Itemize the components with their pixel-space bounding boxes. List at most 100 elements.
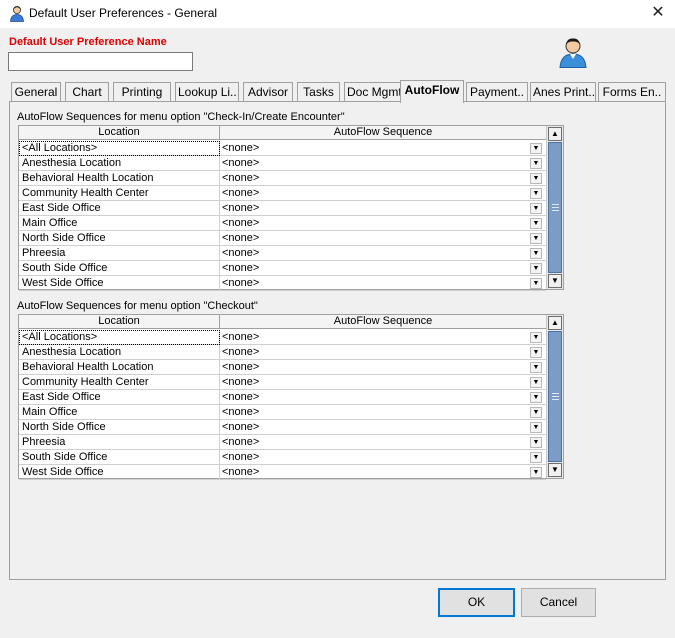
autoflow-sequence-dropdown[interactable]: <none> ▼ [220, 360, 546, 375]
location-cell[interactable]: Main Office [19, 405, 220, 420]
location-cell[interactable]: West Side Office [19, 276, 220, 291]
table-row[interactable]: East Side Office <none> ▼ [19, 390, 546, 405]
column-header-location[interactable]: Location [19, 315, 220, 329]
autoflow-sequence-dropdown[interactable]: <none> ▼ [220, 171, 546, 186]
location-cell[interactable]: East Side Office [19, 390, 220, 405]
table-row[interactable]: Behavioral Health Location <none> ▼ [19, 360, 546, 375]
location-cell[interactable]: Behavioral Health Location [19, 171, 220, 186]
autoflow-sequence-dropdown[interactable]: <none> ▼ [220, 420, 546, 435]
table-row[interactable]: <All Locations> <none> ▼ [19, 141, 546, 156]
location-cell[interactable]: North Side Office [19, 420, 220, 435]
table-row[interactable]: <All Locations> <none> ▼ [19, 330, 546, 345]
table-row[interactable]: Community Health Center <none> ▼ [19, 186, 546, 201]
chevron-down-icon[interactable]: ▼ [530, 263, 542, 274]
chevron-down-icon[interactable]: ▼ [530, 218, 542, 229]
table-row[interactable]: Main Office <none> ▼ [19, 405, 546, 420]
chevron-down-icon[interactable]: ▼ [530, 467, 542, 478]
table-row[interactable]: North Side Office <none> ▼ [19, 420, 546, 435]
vertical-scrollbar[interactable]: ▲ ▼ [546, 126, 563, 289]
tab-autoflow[interactable]: AutoFlow [400, 80, 464, 103]
ok-button[interactable]: OK [438, 588, 515, 617]
autoflow-sequence-dropdown[interactable]: <none> ▼ [220, 450, 546, 465]
autoflow-sequence-dropdown[interactable]: <none> ▼ [220, 465, 546, 480]
chevron-down-icon[interactable]: ▼ [530, 422, 542, 433]
chevron-down-icon[interactable]: ▼ [530, 203, 542, 214]
autoflow-sequence-dropdown[interactable]: <none> ▼ [220, 390, 546, 405]
chevron-down-icon[interactable]: ▼ [530, 158, 542, 169]
table-row[interactable]: West Side Office <none> ▼ [19, 276, 546, 291]
location-cell[interactable]: Phreesia [19, 246, 220, 261]
vertical-scrollbar[interactable]: ▲ ▼ [546, 315, 563, 478]
chevron-down-icon[interactable]: ▼ [530, 362, 542, 373]
tab-advisor[interactable]: Advisor [243, 82, 293, 102]
autoflow-sequence-dropdown[interactable]: <none> ▼ [220, 435, 546, 450]
autoflow-sequence-dropdown[interactable]: <none> ▼ [220, 216, 546, 231]
autoflow-sequence-dropdown[interactable]: <none> ▼ [220, 276, 546, 291]
tab-forms-entry[interactable]: Forms En.. [598, 82, 666, 102]
cancel-button[interactable]: Cancel [521, 588, 596, 617]
location-cell[interactable]: West Side Office [19, 465, 220, 480]
location-cell[interactable]: Anesthesia Location [19, 345, 220, 360]
table-row[interactable]: Community Health Center <none> ▼ [19, 375, 546, 390]
table-row[interactable]: Anesthesia Location <none> ▼ [19, 156, 546, 171]
location-cell[interactable]: Anesthesia Location [19, 156, 220, 171]
tab-doc-mgmt[interactable]: Doc Mgmt [344, 82, 402, 102]
chevron-down-icon[interactable]: ▼ [530, 143, 542, 154]
location-cell[interactable]: Community Health Center [19, 186, 220, 201]
autoflow-sequence-dropdown[interactable]: <none> ▼ [220, 405, 546, 420]
chevron-down-icon[interactable]: ▼ [530, 233, 542, 244]
chevron-down-icon[interactable]: ▼ [530, 248, 542, 259]
autoflow-sequence-dropdown[interactable]: <none> ▼ [220, 345, 546, 360]
location-cell[interactable]: North Side Office [19, 231, 220, 246]
table-row[interactable]: East Side Office <none> ▼ [19, 201, 546, 216]
tab-anes-print[interactable]: Anes Print.. [530, 82, 596, 102]
chevron-down-icon[interactable]: ▼ [530, 392, 542, 403]
location-cell[interactable]: Behavioral Health Location [19, 360, 220, 375]
autoflow-sequence-dropdown[interactable]: <none> ▼ [220, 201, 546, 216]
tab-printing[interactable]: Printing [113, 82, 171, 102]
scroll-up-arrow-icon[interactable]: ▲ [548, 127, 562, 141]
table-row[interactable]: North Side Office <none> ▼ [19, 231, 546, 246]
chevron-down-icon[interactable]: ▼ [530, 332, 542, 343]
table-row[interactable]: South Side Office <none> ▼ [19, 261, 546, 276]
preference-name-input[interactable] [8, 52, 193, 71]
table-row[interactable]: Main Office <none> ▼ [19, 216, 546, 231]
tab-general[interactable]: General [11, 82, 61, 102]
autoflow-sequence-dropdown[interactable]: <none> ▼ [220, 231, 546, 246]
chevron-down-icon[interactable]: ▼ [530, 407, 542, 418]
tab-tasks[interactable]: Tasks [297, 82, 340, 102]
scroll-down-arrow-icon[interactable]: ▼ [548, 463, 562, 477]
chevron-down-icon[interactable]: ▼ [530, 188, 542, 199]
column-header-location[interactable]: Location [19, 126, 220, 140]
chevron-down-icon[interactable]: ▼ [530, 452, 542, 463]
chevron-down-icon[interactable]: ▼ [530, 377, 542, 388]
column-header-autoflow-sequence[interactable]: AutoFlow Sequence [220, 315, 546, 329]
chevron-down-icon[interactable]: ▼ [530, 173, 542, 184]
tab-payment[interactable]: Payment.. [466, 82, 528, 102]
autoflow-sequence-dropdown[interactable]: <none> ▼ [220, 330, 546, 345]
chevron-down-icon[interactable]: ▼ [530, 347, 542, 358]
location-cell[interactable]: Phreesia [19, 435, 220, 450]
location-cell[interactable]: South Side Office [19, 450, 220, 465]
close-button[interactable]: ✕ [647, 3, 669, 23]
autoflow-sequence-dropdown[interactable]: <none> ▼ [220, 375, 546, 390]
location-cell[interactable]: <All Locations> [19, 330, 220, 345]
location-cell[interactable]: Community Health Center [19, 375, 220, 390]
table-row[interactable]: Phreesia <none> ▼ [19, 435, 546, 450]
autoflow-sequence-dropdown[interactable]: <none> ▼ [220, 246, 546, 261]
location-cell[interactable]: East Side Office [19, 201, 220, 216]
table-row[interactable]: Anesthesia Location <none> ▼ [19, 345, 546, 360]
location-cell[interactable]: South Side Office [19, 261, 220, 276]
table-row[interactable]: West Side Office <none> ▼ [19, 465, 546, 480]
table-row[interactable]: South Side Office <none> ▼ [19, 450, 546, 465]
table-row[interactable]: Phreesia <none> ▼ [19, 246, 546, 261]
autoflow-sequence-dropdown[interactable]: <none> ▼ [220, 156, 546, 171]
chevron-down-icon[interactable]: ▼ [530, 278, 542, 289]
table-row[interactable]: Behavioral Health Location <none> ▼ [19, 171, 546, 186]
scroll-up-arrow-icon[interactable]: ▲ [548, 316, 562, 330]
autoflow-sequence-dropdown[interactable]: <none> ▼ [220, 141, 546, 156]
tab-chart[interactable]: Chart [65, 82, 109, 102]
tab-lookup-lists[interactable]: Lookup Li.. [175, 82, 239, 102]
scrollbar-thumb[interactable] [548, 142, 562, 273]
chevron-down-icon[interactable]: ▼ [530, 437, 542, 448]
